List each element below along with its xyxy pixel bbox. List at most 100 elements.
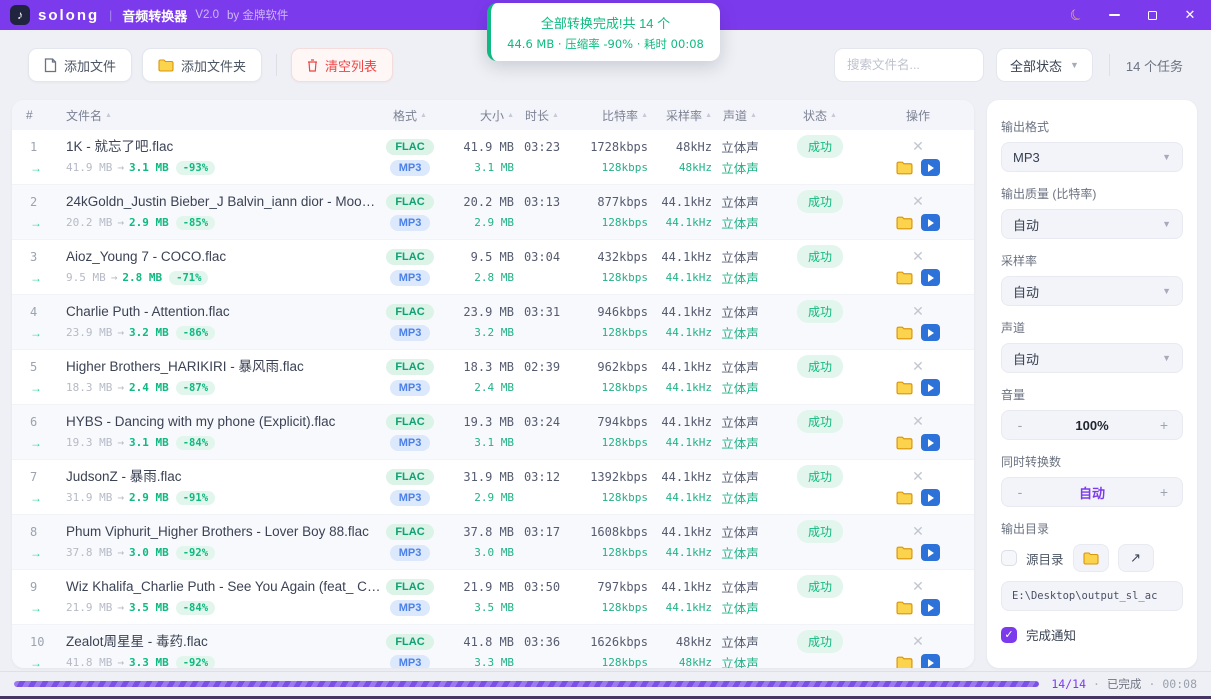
remove-file-button[interactable]: ✕ xyxy=(912,578,924,595)
output-path[interactable]: E:\Desktop\output_sl_ac xyxy=(1001,581,1183,611)
sample-rate-select[interactable]: 自动 ▼ xyxy=(1001,276,1183,306)
table-row[interactable]: 6 → HYBS - Dancing with my phone (Explic… xyxy=(12,405,974,460)
bitrate-select[interactable]: 自动 ▼ xyxy=(1001,209,1183,239)
channels-select[interactable]: 自动 ▼ xyxy=(1001,343,1183,373)
col-header-filename[interactable]: 文件名▲ xyxy=(66,107,382,124)
table-row[interactable]: 3 → Aioz_Young 7 - COCO.flac 9.5 MB→2.8 … xyxy=(12,240,974,295)
table-row[interactable]: 5 → Higher Brothers_HARIKIRI - 暴风雨.flac … xyxy=(12,350,974,405)
play-button[interactable] xyxy=(921,159,940,176)
progress-time: 00:08 xyxy=(1162,677,1197,691)
source-samplerate: 48kHz xyxy=(676,140,712,154)
open-folder-button[interactable] xyxy=(896,381,913,395)
reduction-badge: -87% xyxy=(176,381,215,395)
source-format-badge: FLAC xyxy=(386,469,433,485)
notify-checkbox[interactable]: ✓ xyxy=(1001,627,1017,643)
play-button[interactable] xyxy=(921,654,940,668)
open-folder-button[interactable] xyxy=(896,271,913,285)
table-row[interactable]: 8 → Phum Viphurit_Higher Brothers - Love… xyxy=(12,515,974,570)
open-folder-button[interactable] xyxy=(896,436,913,450)
add-folder-button[interactable]: 添加文件夹 xyxy=(142,48,262,82)
folder-icon xyxy=(896,326,913,340)
table-row[interactable]: 7 → JudsonZ - 暴雨.flac 31.9 MB→2.9 MB-91%… xyxy=(12,460,974,515)
play-button[interactable] xyxy=(921,599,940,616)
play-button[interactable] xyxy=(921,214,940,231)
source-dir-label: 源目录 xyxy=(1026,549,1064,568)
table-row[interactable]: 4 → Charlie Puth - Attention.flac 23.9 M… xyxy=(12,295,974,350)
task-count: 14 个任务 xyxy=(1126,56,1183,75)
toolbar-divider xyxy=(276,54,277,76)
search-input[interactable] xyxy=(834,48,984,82)
open-folder-button[interactable] xyxy=(896,326,913,340)
remove-file-button[interactable]: ✕ xyxy=(912,248,924,265)
maximize-button[interactable] xyxy=(1145,8,1159,22)
source-samplerate: 44.1kHz xyxy=(661,305,712,319)
open-folder-button[interactable] xyxy=(896,491,913,505)
minimize-button[interactable] xyxy=(1107,8,1121,22)
col-header-samplerate[interactable]: 采样率▲ xyxy=(648,107,712,124)
play-button[interactable] xyxy=(921,544,940,561)
table-row[interactable]: 9 → Wiz Khalifa_Charlie Puth - See You A… xyxy=(12,570,974,625)
titlebar-left: ♪ solong | 音频转换器 V2.0 by 金牌软件 xyxy=(10,5,288,25)
sort-asc-icon: ▲ xyxy=(705,112,712,119)
remove-file-button[interactable]: ✕ xyxy=(912,193,924,210)
convert-arrow-icon: → xyxy=(26,546,42,560)
remove-file-button[interactable]: ✕ xyxy=(912,413,924,430)
concurrency-value: 自动 xyxy=(1026,483,1158,502)
target-format-badge: MP3 xyxy=(390,160,431,176)
source-bitrate: 432kbps xyxy=(597,250,648,264)
row-number: 8 xyxy=(26,525,37,539)
open-output-dir-button[interactable]: ↗ xyxy=(1118,544,1154,572)
table-row[interactable]: 1 → 1K - 就忘了吧.flac 41.9 MB→3.1 MB-93% FL… xyxy=(12,130,974,185)
open-folder-button[interactable] xyxy=(896,161,913,175)
col-header-channels[interactable]: 声道▲ xyxy=(712,107,768,124)
output-format-select[interactable]: MP3 ▼ xyxy=(1001,142,1183,172)
size-change: 37.8 MB→3.0 MB-92% xyxy=(66,546,215,559)
remove-file-button[interactable]: ✕ xyxy=(912,358,924,375)
play-icon xyxy=(928,384,934,392)
play-button[interactable] xyxy=(921,379,940,396)
remove-file-button[interactable]: ✕ xyxy=(912,523,924,540)
play-button[interactable] xyxy=(921,489,940,506)
remove-file-button[interactable]: ✕ xyxy=(912,303,924,320)
remove-file-button[interactable]: ✕ xyxy=(912,633,924,650)
concurrency-minus-button[interactable]: - xyxy=(1014,484,1026,500)
open-folder-button[interactable] xyxy=(896,656,913,669)
table-row[interactable]: 10 → Zealot周星星 - 毒药.flac 41.8 MB→3.3 MB-… xyxy=(12,625,974,668)
volume-minus-button[interactable]: - xyxy=(1014,417,1026,433)
theme-toggle-moon-icon[interactable]: ☾ xyxy=(1066,4,1087,26)
sort-asc-icon: ▲ xyxy=(105,112,112,119)
target-size: 3.1 MB xyxy=(474,161,514,174)
col-header-status[interactable]: 状态▲ xyxy=(768,107,872,124)
browse-folder-button[interactable] xyxy=(1073,544,1109,572)
source-dir-checkbox[interactable] xyxy=(1001,550,1017,566)
duration: 03:31 xyxy=(524,305,560,319)
status-badge: 成功 xyxy=(797,245,843,268)
toast-detail: 44.6 MB · 压缩率 -90% · 耗时 00:08 xyxy=(507,36,704,52)
source-size: 23.9 MB xyxy=(463,305,514,319)
add-file-button[interactable]: 添加文件 xyxy=(28,48,132,82)
play-button[interactable] xyxy=(921,434,940,451)
convert-arrow-icon: → xyxy=(26,161,42,175)
concurrency-plus-button[interactable]: + xyxy=(1158,484,1170,500)
status-filter-dropdown[interactable]: 全部状态 ▼ xyxy=(996,48,1093,82)
row-number: 9 xyxy=(26,580,37,594)
target-bitrate: 128kbps xyxy=(602,546,648,559)
col-header-format[interactable]: 格式▲ xyxy=(382,107,438,124)
col-header-duration[interactable]: 时长▲ xyxy=(514,107,570,124)
col-header-size[interactable]: 大小▲ xyxy=(438,107,514,124)
remove-file-button[interactable]: ✕ xyxy=(912,138,924,155)
status-badge: 成功 xyxy=(797,465,843,488)
remove-file-button[interactable]: ✕ xyxy=(912,468,924,485)
play-button[interactable] xyxy=(921,269,940,286)
open-folder-button[interactable] xyxy=(896,216,913,230)
table-row[interactable]: 2 → 24kGoldn_Justin Bieber_J Balvin_iann… xyxy=(12,185,974,240)
play-button[interactable] xyxy=(921,324,940,341)
close-button[interactable]: ✕ xyxy=(1183,8,1197,22)
clear-list-button[interactable]: 清空列表 xyxy=(291,48,393,82)
open-folder-button[interactable] xyxy=(896,601,913,615)
volume-plus-button[interactable]: + xyxy=(1158,417,1170,433)
open-folder-button[interactable] xyxy=(896,546,913,560)
target-size: 3.5 MB xyxy=(474,601,514,614)
col-header-bitrate[interactable]: 比特率▲ xyxy=(570,107,648,124)
external-link-icon: ↗ xyxy=(1130,550,1141,566)
